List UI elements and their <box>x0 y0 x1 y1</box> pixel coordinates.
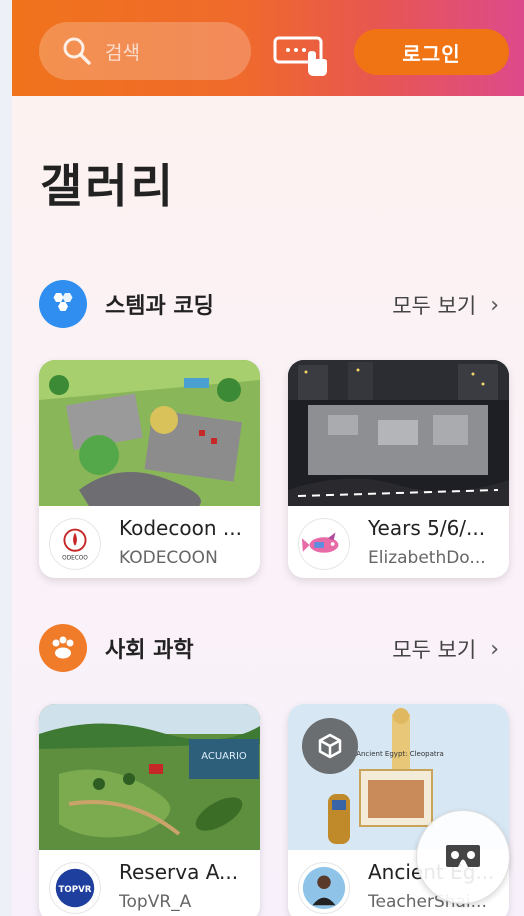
card-info: TOPVR Reserva A... TopVR_A <box>39 850 260 916</box>
svg-text:Ancient Egypt: Cleopatra: Ancient Egypt: Cleopatra <box>356 750 444 758</box>
see-all-button-social[interactable]: 모두 보기 › <box>392 634 499 664</box>
section-label: 스템과 코딩 <box>105 294 214 319</box>
see-all-label: 모두 보기 <box>392 638 477 662</box>
card-thumbnail <box>39 360 260 506</box>
avatar <box>298 862 350 914</box>
avatar: TOPVR <box>49 862 101 914</box>
card-author: TopVR_A <box>119 892 192 912</box>
cube-icon <box>302 718 358 774</box>
see-all-button-stem[interactable]: 모두 보기 › <box>392 290 499 320</box>
svg-text:TOPVR: TOPVR <box>59 885 92 895</box>
card-thumbnail <box>288 360 509 506</box>
svg-text:ACUARIO: ACUARIO <box>201 751 247 762</box>
card-title: Kodecoon ... <box>119 516 242 540</box>
people-icon <box>39 624 87 672</box>
svg-text:ODECOO: ODECOO <box>62 555 88 561</box>
section-header-stem: 스템과 코딩 모두 보기 › <box>39 280 499 328</box>
card-info: Years 5/6/... ElizabethDo... <box>288 506 509 578</box>
gallery-card[interactable]: ACUARIO TOPVR Reserva A... TopVR_A <box>39 704 260 916</box>
vr-headset-button[interactable] <box>416 810 510 904</box>
page-title: 갤러리 <box>40 159 176 213</box>
section-header-social: 사회 과학 모두 보기 › <box>39 624 499 672</box>
see-all-label: 모두 보기 <box>392 294 477 318</box>
card-title: Years 5/6/... <box>368 516 486 540</box>
avatar: ODECOO <box>49 518 101 570</box>
card-title: Reserva A... <box>119 860 239 884</box>
gallery-page: 검색 로그인 갤러리 스템과 코딩 모두 보기 › ODECOO Kodecoo… <box>12 0 524 916</box>
vr-headset-icon <box>446 845 480 867</box>
search-input[interactable]: 검색 <box>39 22 251 80</box>
chevron-right-icon: › <box>490 292 499 318</box>
card-author: ElizabethDo... <box>368 548 486 568</box>
top-bar: 검색 로그인 <box>12 0 524 96</box>
avatar <box>298 518 350 570</box>
search-icon <box>63 37 91 65</box>
gallery-card[interactable]: ODECOO Kodecoon ... KODECOON <box>39 360 260 578</box>
section-label: 사회 과학 <box>105 638 194 663</box>
left-edge-strip <box>0 0 12 916</box>
hexagons-icon <box>39 280 87 328</box>
card-thumbnail: ACUARIO <box>39 704 260 850</box>
chevron-right-icon: › <box>490 636 499 662</box>
gallery-card[interactable]: Years 5/6/... ElizabethDo... <box>288 360 509 578</box>
search-placeholder: 검색 <box>105 41 140 64</box>
card-info: ODECOO Kodecoon ... KODECOON <box>39 506 260 578</box>
card-author: KODECOON <box>119 548 218 568</box>
login-button[interactable]: 로그인 <box>354 29 509 75</box>
keyboard-hand-icon[interactable] <box>272 32 330 78</box>
